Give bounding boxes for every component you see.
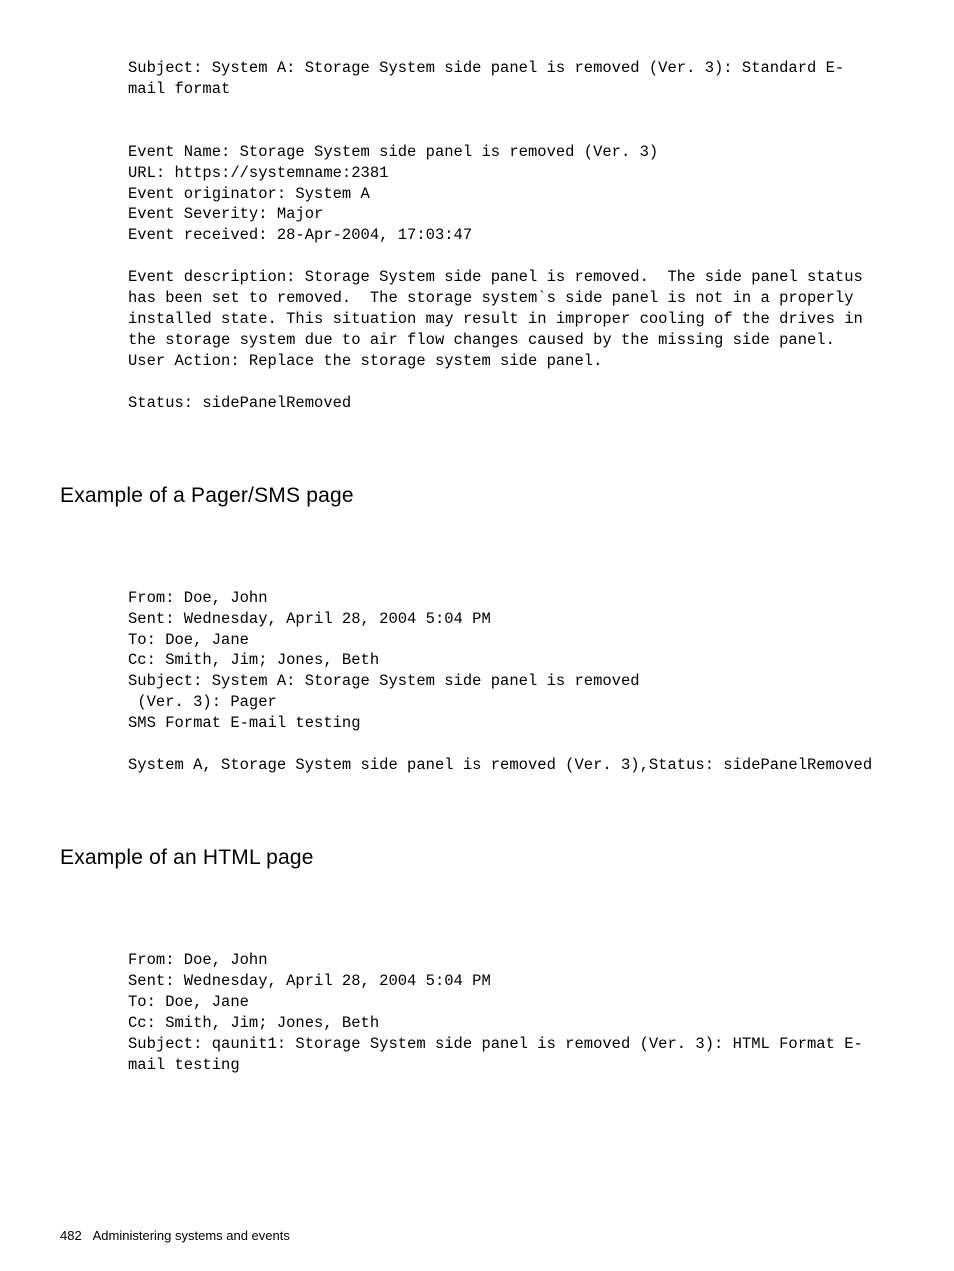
email-example-block-1: Subject: System A: Storage System side p…: [128, 58, 874, 414]
section-heading-pager-sms: Example of a Pager/SMS page: [60, 484, 894, 508]
document-page: Subject: System A: Storage System side p…: [0, 0, 954, 1271]
page-footer: 482 Administering systems and events: [60, 1228, 290, 1243]
section-heading-html-page: Example of an HTML page: [60, 846, 894, 870]
footer-section-title: Administering systems and events: [93, 1228, 290, 1243]
page-number: 482: [60, 1228, 82, 1243]
email-example-block-3: From: Doe, John Sent: Wednesday, April 2…: [128, 950, 874, 1076]
email-example-block-2: From: Doe, John Sent: Wednesday, April 2…: [128, 588, 874, 776]
